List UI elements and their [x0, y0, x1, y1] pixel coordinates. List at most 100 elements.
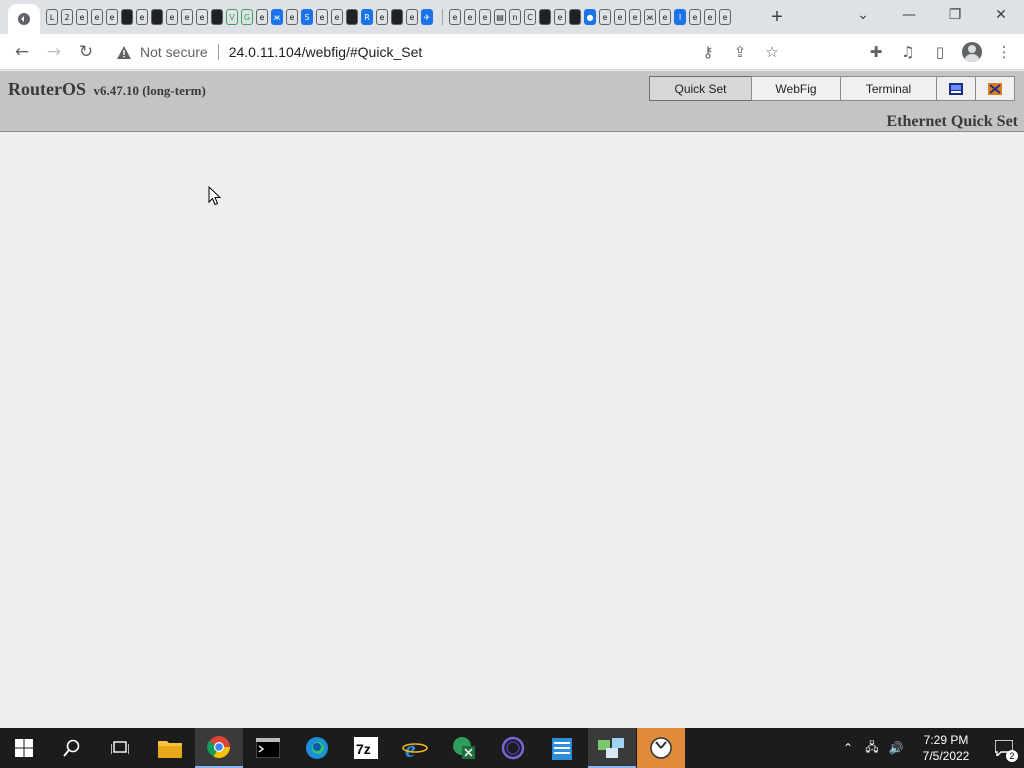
tab-icon[interactable]: e	[449, 9, 461, 25]
menu-icon[interactable]: ⋮	[988, 43, 1020, 61]
edge-icon[interactable]	[293, 728, 341, 768]
address-bar[interactable]: Not secure 24.0.11.104/webfig/#Quick_Set…	[108, 38, 788, 66]
tab-favicon-icon	[18, 13, 30, 25]
restore-icon[interactable]: ❐	[940, 4, 970, 26]
tab-icon[interactable]: e	[704, 9, 716, 25]
back-icon[interactable]: ←	[10, 40, 34, 64]
tab-icon[interactable]	[151, 9, 163, 25]
tab-icon[interactable]: ж	[271, 9, 283, 25]
tab-icon[interactable]: e	[331, 9, 343, 25]
tab-icon[interactable]: 2	[61, 9, 73, 25]
tab-icon[interactable]: ●	[584, 9, 596, 25]
tab-icon[interactable]	[569, 9, 581, 25]
tab-icon[interactable]: ✈	[421, 9, 433, 25]
tab-icon[interactable]	[539, 9, 551, 25]
close-icon[interactable]: ✕	[986, 4, 1016, 26]
svg-text:7z: 7z	[356, 741, 371, 757]
active-tab[interactable]	[8, 4, 40, 34]
tab-icon[interactable]	[121, 9, 133, 25]
side-panel-icon[interactable]: ▯	[924, 43, 956, 61]
tab-icon[interactable]: e	[464, 9, 476, 25]
reload-icon[interactable]: ↻	[74, 40, 98, 64]
tab-icon[interactable]: V	[226, 9, 238, 25]
search-icon[interactable]	[48, 728, 96, 768]
tab-icon[interactable]: e	[614, 9, 626, 25]
tab-icon[interactable]: e	[166, 9, 178, 25]
tab-icon[interactable]: e	[286, 9, 298, 25]
tab-icon[interactable]: I	[674, 9, 686, 25]
tab-icon[interactable]: e	[106, 9, 118, 25]
network-icon[interactable]: 🖧	[860, 738, 884, 759]
notification-icon[interactable]: 2	[984, 728, 1024, 768]
cortana-icon[interactable]	[489, 728, 537, 768]
volume-icon[interactable]: 🔊	[884, 741, 908, 755]
pinned-tabs: ᒪ 2 e e e e e e e V G e ж e S e e R e S …	[46, 8, 734, 26]
tab-icon[interactable]: e	[659, 9, 671, 25]
tab-icon[interactable]: S	[391, 9, 403, 25]
tab-terminal[interactable]: Terminal	[840, 76, 937, 101]
star-icon[interactable]: ☆	[756, 43, 788, 61]
terminal-icon[interactable]	[244, 728, 292, 768]
tab-icon[interactable]: e	[479, 9, 491, 25]
tab-search-icon[interactable]: ⌄	[848, 4, 878, 26]
tab-icon[interactable]: e	[629, 9, 641, 25]
winbox-icon[interactable]	[936, 76, 976, 101]
file-explorer-icon[interactable]	[146, 728, 194, 768]
tab-icon[interactable]: e	[376, 9, 388, 25]
tab-icon[interactable]: e	[316, 9, 328, 25]
clock[interactable]: 7:29 PM 7/5/2022	[908, 732, 984, 764]
clock-app-icon[interactable]	[637, 728, 685, 768]
profile-avatar[interactable]	[962, 42, 982, 62]
forward-icon[interactable]: →	[42, 40, 66, 64]
key-icon[interactable]: ⚷	[692, 43, 724, 61]
tab-separator	[442, 9, 443, 25]
tab-icon[interactable]: C	[524, 9, 536, 25]
tab-icon[interactable]: R	[361, 9, 373, 25]
tab-icon[interactable]: e	[719, 9, 731, 25]
tab-icon[interactable]: ᒪ	[46, 9, 58, 25]
tab-icon[interactable]: S	[301, 9, 313, 25]
tab-icon[interactable]: ж	[644, 9, 656, 25]
internet-explorer-icon[interactable]: e	[391, 728, 439, 768]
excel-icon[interactable]	[440, 728, 488, 768]
tab-icon[interactable]: e	[196, 9, 208, 25]
warning-icon[interactable]	[116, 44, 132, 60]
minimize-icon[interactable]: —	[894, 4, 924, 26]
tab-icon[interactable]	[211, 9, 223, 25]
tab-icon[interactable]	[346, 9, 358, 25]
tab-webfig[interactable]: WebFig	[751, 76, 841, 101]
extensions-icon[interactable]: ✚	[860, 43, 892, 61]
tab-icon[interactable]: n	[509, 9, 521, 25]
tab-icon[interactable]: e	[256, 9, 268, 25]
clock-date: 7/5/2022	[922, 749, 970, 763]
mouse-cursor-icon	[208, 185, 222, 211]
network-tool-icon[interactable]	[588, 728, 636, 768]
browser-toolbar: ← → ↻ Not secure 24.0.11.104/webfig/#Qui…	[0, 34, 1024, 70]
tab-icon[interactable]: e	[181, 9, 193, 25]
tab-icon[interactable]: e	[76, 9, 88, 25]
tab-quick-set[interactable]: Quick Set	[649, 76, 752, 101]
new-tab-button[interactable]: +	[766, 6, 788, 28]
omnibox-divider	[217, 44, 219, 60]
tab-icon[interactable]: e	[554, 9, 566, 25]
chevron-up-icon[interactable]: ⌃	[836, 741, 860, 755]
tab-icon[interactable]: e	[136, 9, 148, 25]
media-icon[interactable]: ♫	[892, 43, 924, 61]
task-view-icon[interactable]	[96, 728, 144, 768]
notepad-icon[interactable]	[538, 728, 586, 768]
tab-icon[interactable]: e	[91, 9, 103, 25]
7zip-icon[interactable]: 7z	[342, 728, 390, 768]
version-label: v6.47.10 (long-term)	[93, 83, 206, 98]
start-icon[interactable]	[0, 728, 48, 768]
chrome-icon[interactable]	[195, 728, 243, 768]
url-text[interactable]: 24.0.11.104/webfig/#Quick_Set	[229, 44, 423, 60]
product-name: RouterOS	[8, 79, 86, 99]
tab-icon[interactable]: ▤	[494, 9, 506, 25]
share-icon[interactable]: ⇪	[724, 43, 756, 61]
tab-icon[interactable]: e	[406, 9, 418, 25]
security-label[interactable]: Not secure	[140, 44, 208, 60]
tab-icon[interactable]: G	[241, 9, 253, 25]
tab-icon[interactable]: e	[599, 9, 611, 25]
tab-icon[interactable]: e	[689, 9, 701, 25]
logout-icon[interactable]	[975, 76, 1015, 101]
